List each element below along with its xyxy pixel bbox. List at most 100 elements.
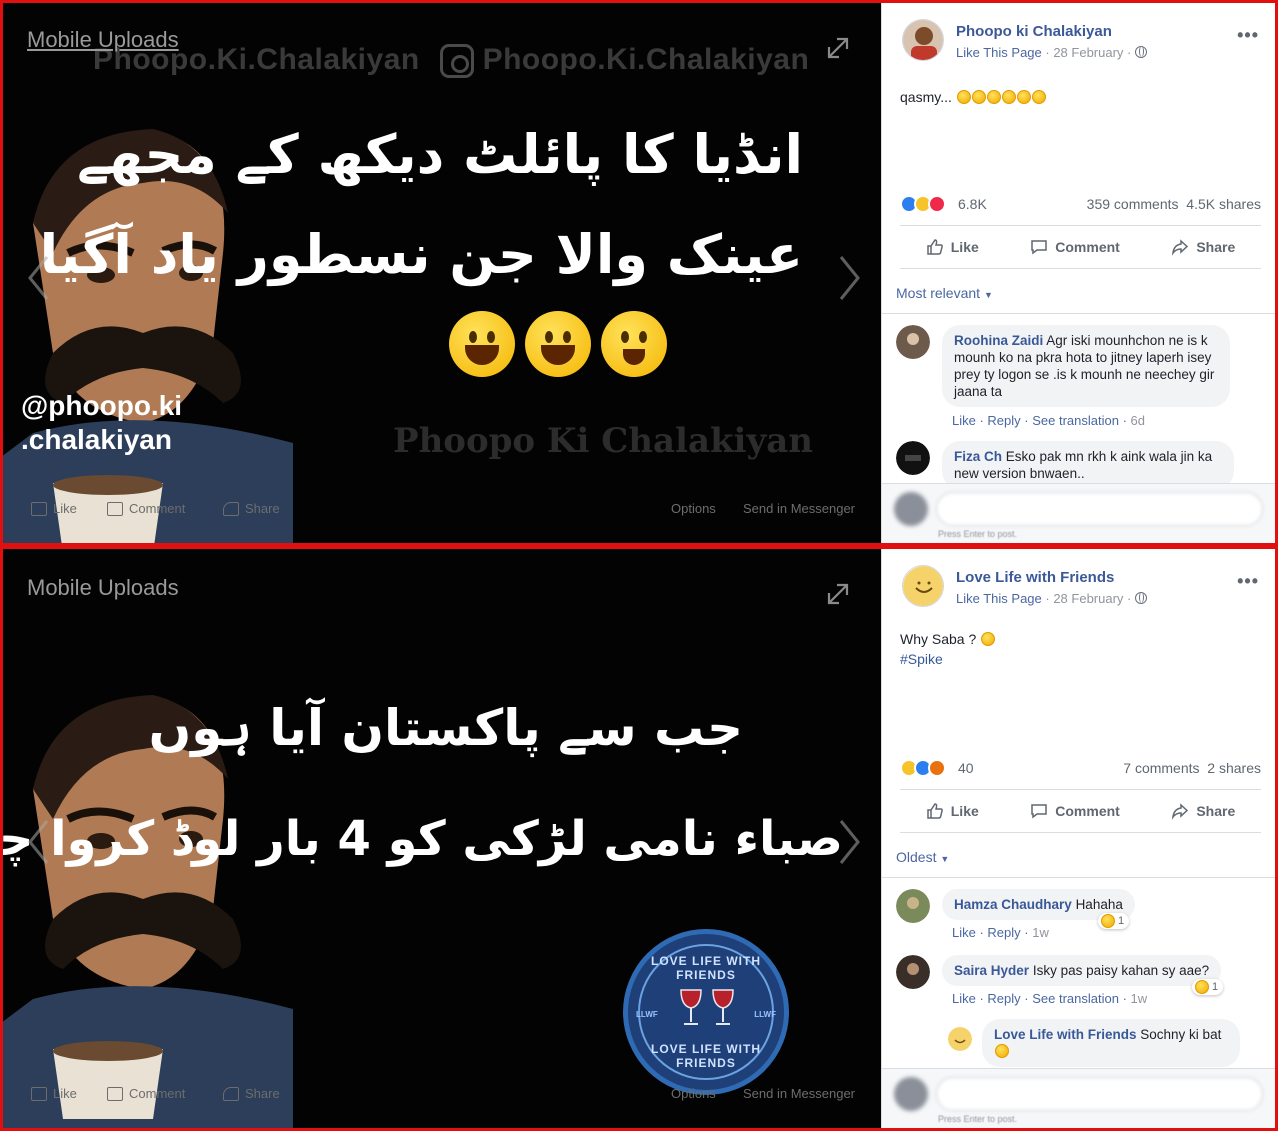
caption-text: qasmy...: [900, 89, 952, 105]
share-label: Share: [1196, 239, 1236, 255]
page-avatar[interactable]: [902, 19, 944, 61]
viewer-comment-label: Comment: [129, 501, 186, 516]
viewer-options-link[interactable]: Options: [671, 1086, 716, 1101]
post-meta: Like This Page · 28 February ·: [956, 45, 1147, 60]
comment-composer: Press Enter to post.: [882, 1068, 1275, 1128]
like-button[interactable]: Like: [926, 238, 979, 256]
sort-label: Oldest: [896, 849, 937, 865]
see-translation-link[interactable]: See translation: [1032, 991, 1119, 1006]
page-reply-avatar[interactable]: [948, 1027, 972, 1051]
post-date[interactable]: 28 February: [1053, 45, 1123, 60]
comment-icon: [107, 501, 123, 516]
post-date[interactable]: 28 February: [1053, 591, 1123, 606]
instagram-icon: [439, 44, 474, 79]
divider: [882, 313, 1275, 314]
like-label: Like: [950, 803, 979, 819]
viewer-options-link[interactable]: Options: [671, 501, 716, 516]
viewer-comment-button[interactable]: Comment: [107, 501, 185, 516]
send-in-messenger-link[interactable]: Send in Messenger: [743, 1086, 855, 1101]
comment-time[interactable]: 1w: [1032, 925, 1049, 940]
share-button[interactable]: Share: [1171, 238, 1235, 256]
comment-author[interactable]: Roohina Zaidi: [954, 333, 1043, 348]
shares-count[interactable]: 2 shares: [1207, 760, 1261, 776]
caption-text: Why Saba ?: [900, 631, 977, 647]
next-photo-icon[interactable]: [839, 255, 861, 301]
commenter-avatar[interactable]: [896, 955, 930, 989]
comment-button[interactable]: Comment: [1030, 238, 1120, 256]
comment-reply-link[interactable]: Reply: [987, 991, 1020, 1006]
page-name-link[interactable]: Phoopo ki Chalakiyan: [956, 23, 1112, 40]
caret-down-icon: ▼: [940, 854, 950, 864]
send-in-messenger-link[interactable]: Send in Messenger: [743, 501, 855, 516]
page-avatar[interactable]: [902, 565, 944, 607]
comment-label: Comment: [1055, 803, 1120, 819]
comment-like-link[interactable]: Like: [952, 991, 976, 1006]
comment-text: Isky pas paisy kahan sy aae?: [1032, 963, 1210, 978]
commenter-avatar[interactable]: [896, 325, 930, 359]
thumbs-up-icon: [31, 501, 47, 516]
post-sidebar: Love Life with Friends Like This Page · …: [881, 549, 1275, 1128]
reaction-count[interactable]: 40: [958, 760, 974, 776]
current-user-avatar: [894, 492, 928, 526]
comments-count[interactable]: 7 comments: [1123, 760, 1199, 776]
comment-input[interactable]: [936, 1077, 1263, 1111]
expand-icon[interactable]: [825, 35, 851, 61]
more-options-icon[interactable]: •••: [1237, 571, 1259, 592]
globe-icon: [1134, 592, 1147, 604]
comments-count[interactable]: 359 comments: [1087, 196, 1179, 212]
viewer-like-button[interactable]: Like: [31, 1086, 77, 1101]
share-label: Share: [1196, 803, 1236, 819]
viewer-like-label: Like: [53, 1086, 77, 1101]
commenter-avatar[interactable]: [896, 441, 930, 475]
page-name-link[interactable]: Love Life with Friends: [956, 569, 1114, 586]
shares-count[interactable]: 4.5K shares: [1186, 196, 1261, 212]
comment-bubble: Saira Hyder Isky pas paisy kahan sy aae?: [942, 955, 1222, 986]
wine-glass-icon: [712, 989, 734, 1025]
comment-time[interactable]: 6d: [1131, 413, 1145, 428]
reaction-count[interactable]: 6.8K: [958, 196, 987, 212]
viewer-share-button[interactable]: Share: [223, 1086, 280, 1101]
see-translation-link[interactable]: See translation: [1032, 413, 1119, 428]
commenter-avatar[interactable]: [896, 889, 930, 923]
comment-reply-link[interactable]: Reply: [987, 413, 1020, 428]
comment-author[interactable]: Saira Hyder: [954, 963, 1029, 978]
comment-button[interactable]: Comment: [1030, 802, 1120, 820]
post-screenshot-2: Mobile Uploads جب سے پاکستان آیا ہوں صبا…: [0, 546, 1278, 1131]
expand-icon[interactable]: [825, 581, 851, 607]
comment-author[interactable]: Love Life with Friends: [994, 1027, 1137, 1042]
viewer-share-button[interactable]: Share: [223, 501, 280, 516]
previous-photo-icon[interactable]: [27, 819, 49, 865]
caret-down-icon: ▼: [983, 290, 993, 300]
more-options-icon[interactable]: •••: [1237, 25, 1259, 46]
meme-handle-line-1: @phoopo.ki: [21, 390, 183, 421]
like-this-page-link[interactable]: Like This Page: [956, 45, 1042, 60]
like-this-page-link[interactable]: Like This Page: [956, 591, 1042, 606]
comment-reaction-badge[interactable]: 1: [1192, 979, 1224, 995]
comment-input[interactable]: [936, 492, 1263, 526]
reaction-icons[interactable]: [900, 759, 946, 777]
reaction-icons[interactable]: [900, 195, 946, 213]
comment-author[interactable]: Hamza Chaudhary: [954, 897, 1072, 912]
viewer-like-button[interactable]: Like: [31, 501, 77, 516]
post-action-bar: Like Comment Share: [900, 225, 1261, 269]
previous-photo-icon[interactable]: [27, 255, 49, 301]
comment-bubble: Love Life with Friends Sochny ki bat: [982, 1019, 1240, 1067]
comment-sort-dropdown[interactable]: Oldest ▼: [896, 849, 949, 865]
comment-time[interactable]: 1w: [1131, 991, 1148, 1006]
next-photo-icon[interactable]: [839, 819, 861, 865]
album-link[interactable]: Mobile Uploads: [27, 575, 179, 601]
rofl-emoji: [1031, 90, 1046, 104]
share-button[interactable]: Share: [1171, 802, 1235, 820]
like-button[interactable]: Like: [926, 802, 979, 820]
meme-text-line-2: عینک والا جن نسطور یاد آگیا: [39, 223, 803, 286]
comment-reply-link[interactable]: Reply: [987, 925, 1020, 940]
comment-like-link[interactable]: Like: [952, 413, 976, 428]
album-link[interactable]: Mobile Uploads: [27, 27, 179, 53]
comment-author[interactable]: Fiza Ch: [954, 449, 1002, 464]
viewer-comment-button[interactable]: Comment: [107, 1086, 185, 1101]
comments-shares-count: 359 comments 4.5K shares: [1087, 196, 1261, 212]
comment-sort-dropdown[interactable]: Most relevant ▼: [896, 285, 993, 301]
hashtag-link[interactable]: #Spike: [900, 649, 995, 669]
comment-like-link[interactable]: Like: [952, 925, 976, 940]
comment-reaction-badge[interactable]: 1: [1098, 913, 1130, 929]
